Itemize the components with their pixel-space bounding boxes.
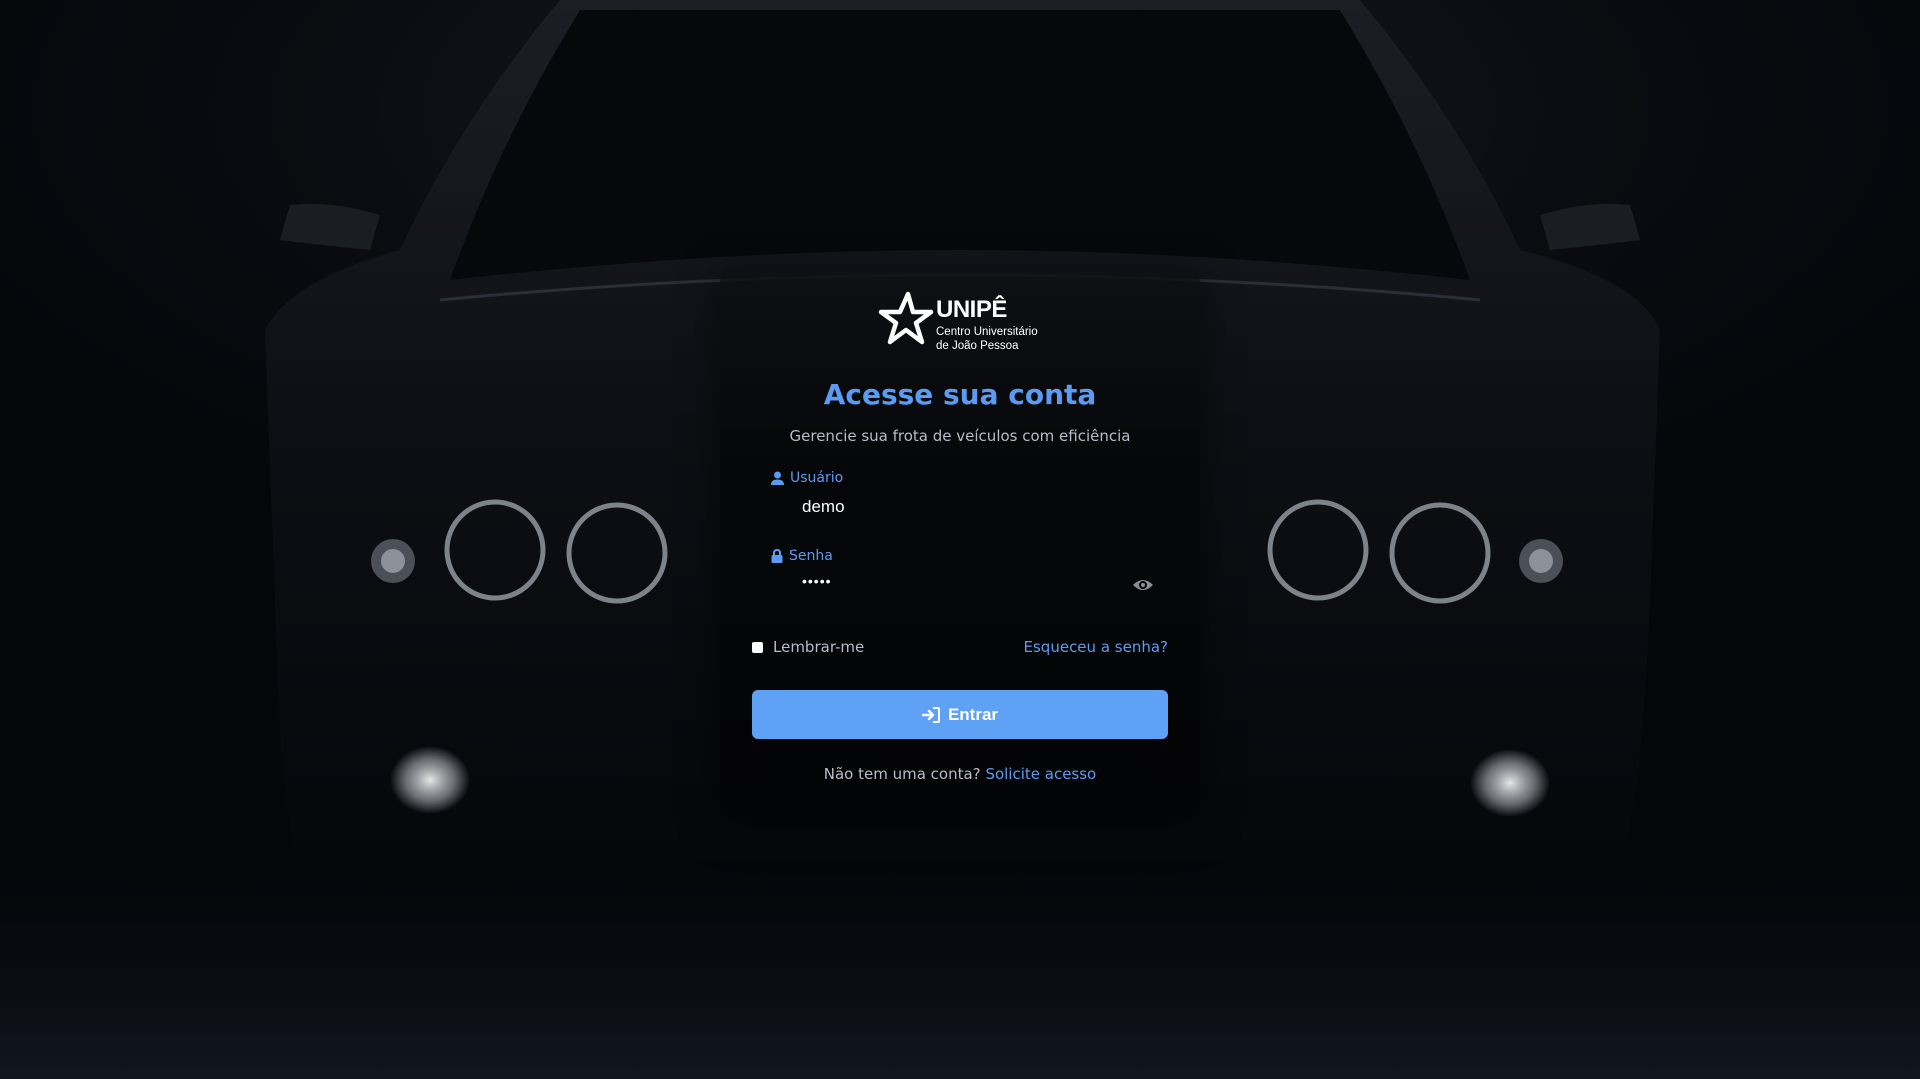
brand-logo: UNIPÊ Centro Universitário de João Pesso… xyxy=(878,290,1048,354)
remember-me[interactable]: Lembrar-me xyxy=(752,638,864,656)
remember-label: Lembrar-me xyxy=(773,638,865,656)
eye-icon[interactable] xyxy=(1132,576,1154,594)
signup-prompt: Não tem uma conta? Solicite acesso xyxy=(720,765,1200,783)
password-label: Senha xyxy=(771,548,833,564)
star-logo-icon xyxy=(878,291,934,345)
page-subtitle: Gerencie sua frota de veículos com efici… xyxy=(789,427,1131,445)
username-label: Usuário xyxy=(771,470,843,486)
brand-subtitle: Centro Universitário de João Pessoa xyxy=(936,325,1038,353)
brand-subtitle-line2: de João Pessoa xyxy=(936,340,1019,352)
username-input[interactable] xyxy=(802,497,1122,517)
brand-subtitle-line1: Centro Universitário xyxy=(936,326,1038,338)
remember-checkbox[interactable] xyxy=(752,641,763,653)
submit-button[interactable]: Entrar xyxy=(752,690,1168,739)
signup-prompt-text: Não tem uma conta? xyxy=(823,765,981,783)
page-title: Acesse sua conta xyxy=(823,378,1097,411)
request-access-link[interactable]: Solicite acesso xyxy=(985,765,1096,783)
forgot-password-link[interactable]: Esqueceu a senha? xyxy=(1024,638,1168,656)
sign-in-icon xyxy=(921,706,940,723)
username-label-text: Usuário xyxy=(790,470,844,486)
user-icon xyxy=(771,471,784,485)
brand-name: UNIPÊ xyxy=(936,296,1007,323)
submit-label: Entrar xyxy=(947,704,999,724)
lock-icon xyxy=(771,549,783,563)
password-input[interactable]: ••••• xyxy=(802,573,1122,589)
password-label-text: Senha xyxy=(789,548,833,564)
